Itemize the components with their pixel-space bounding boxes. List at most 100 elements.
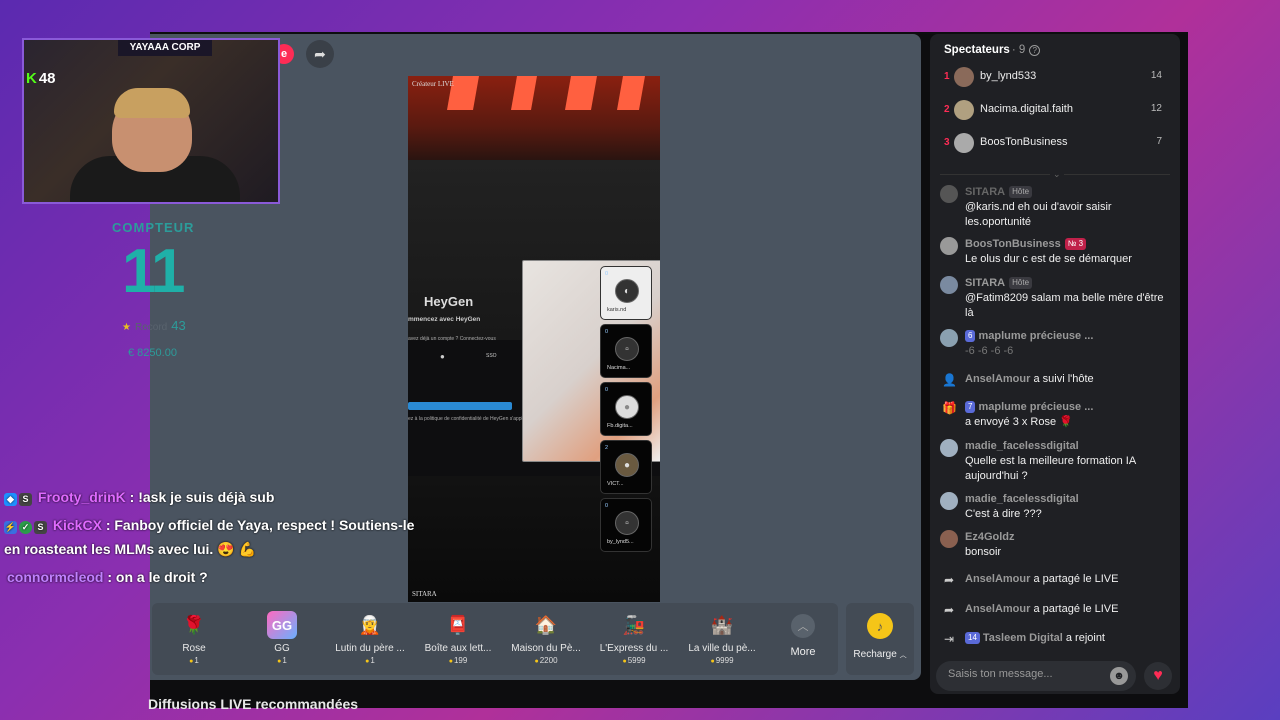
video-creator-label: Créateur LIVE [412, 80, 454, 88]
message-text: a partagé le LIVE [1033, 603, 1119, 615]
spectator-row[interactable]: 2 Nacima.digital.faith 12 [944, 99, 1172, 123]
message-user[interactable]: AnselAmour [965, 373, 1030, 385]
message-user[interactable]: madie_facelessdigital [965, 440, 1079, 452]
join-icon: ⇥ [943, 632, 955, 646]
tile-name: karis.nd [607, 307, 627, 313]
level-badge: 14 [965, 632, 980, 644]
chat-user: KickCX [52, 517, 102, 533]
message-user[interactable]: maplume précieuse ... [978, 330, 1093, 342]
message-user[interactable]: SITARA [965, 277, 1005, 289]
tile-badge: 0 [605, 503, 609, 509]
message-user[interactable]: madie_facelessdigital [965, 493, 1079, 505]
gift-ville[interactable]: 🏰 La ville du pè... 9999 [680, 611, 764, 666]
chat-message: Ez4Goldz bonsoir [940, 530, 1172, 560]
gift-price: 5999 [592, 656, 676, 665]
tile-badge: 0 [605, 387, 609, 393]
message-text: a envoyé 3 x Rose 🌹 [965, 416, 1073, 428]
spectators-header: Spectateurs · 9? [944, 44, 1041, 56]
system-message: ⇥ 14 Tasleem Digital a rejoint [940, 631, 1172, 646]
kick-viewer-count: K 48 [26, 70, 56, 87]
message-user[interactable]: Tasleem Digital [983, 632, 1063, 644]
message-user[interactable]: SITARA [965, 186, 1005, 198]
message-input-box[interactable] [936, 661, 1136, 691]
chat-user: Frooty_drinK [37, 489, 126, 505]
sub-badge-icon: S [34, 521, 47, 534]
gift-message: 🎁 7 maplume précieuse ... a envoyé 3 x Ros… [940, 400, 1172, 430]
overlay-chat-line: ◆ S Frooty_drinK : !ask je suis déjà sub [4, 485, 274, 509]
message-user[interactable]: AnselAmour [965, 603, 1030, 615]
message-text: -6 -6 -6 -6 [965, 345, 1014, 357]
guest-tile[interactable]: 0 ◐ karis.nd [600, 266, 652, 320]
spectator-name: BoosTonBusiness [980, 136, 1068, 148]
message-user[interactable]: Ez4Goldz [965, 531, 1015, 543]
gift-boite-aux-lettres[interactable]: 📮 Boîte aux lett... 199 [416, 611, 500, 666]
guest-tile[interactable]: 0 ● Fb.digita... [600, 382, 652, 436]
spectator-rank: 1 [944, 71, 950, 82]
emoji-icon[interactable]: ☻ [1110, 667, 1128, 685]
overlay-chat-line: connormcleod : on a le droit ? [7, 565, 208, 589]
heygen-sso: SSO [486, 353, 497, 359]
message-user[interactable]: maplume précieuse ... [978, 401, 1093, 413]
chat-message: BoosTonBusiness № 3 Le olus dur c est de s… [940, 237, 1172, 267]
avatar [940, 439, 958, 457]
chat-message: SITARA Hôte @Fatim8209 salam ma belle mère… [940, 276, 1172, 321]
tile-badge: 0 [605, 329, 609, 335]
guest-tile[interactable]: 0 ▫ by_lynd5... [600, 498, 652, 552]
info-icon[interactable]: ? [1029, 45, 1041, 56]
heart-icon[interactable]: ♥ [1144, 662, 1172, 690]
chat-message: madie_facelessdigital C'est à dire ??? [940, 492, 1172, 522]
house-icon: 🏠 [534, 614, 558, 635]
gift-price: 1 [240, 656, 324, 665]
heygen-brand: HeyGen mmencez avec HeyGen [408, 295, 480, 326]
ceiling-light [511, 76, 537, 110]
recharge-button[interactable]: ♪ Recharge ︿ [846, 603, 914, 675]
gift-price: 2200 [504, 656, 588, 665]
chat-user: connormcleod [7, 569, 104, 585]
share-button[interactable]: ➦ [306, 40, 334, 68]
counter-record: ★ Record 43 [122, 318, 186, 333]
level-badge: 7 [965, 401, 976, 413]
message-user[interactable]: BoosTonBusiness [965, 238, 1061, 250]
avatar [954, 100, 974, 120]
message-text: @Fatim8209 salam ma belle mère d'être là [965, 292, 1164, 319]
system-message: 👤 AnselAmour a suivi l'hôte [940, 372, 1172, 387]
message-user[interactable]: AnselAmour [965, 573, 1030, 585]
video-ceiling [408, 76, 660, 160]
gift-price: 1 [152, 656, 236, 665]
level-badge: 6 [965, 330, 976, 342]
message-input[interactable] [948, 668, 1098, 680]
chat-text: : on a le droit ? [107, 569, 208, 585]
avatar [954, 133, 974, 153]
more-label: More [790, 646, 816, 658]
spectator-row[interactable]: 1 by_lynd533 14 [944, 66, 1172, 90]
spectator-score: 14 [1150, 70, 1162, 81]
overlay-chat-line: ⚡ ✓ S KickCX : Fanboy officiel de Yaya, re… [4, 513, 414, 561]
live-video[interactable]: Créateur LIVE HeyGen mmencez avec HeyGen… [408, 76, 660, 602]
chevron-down-icon[interactable]: ⌄ [1050, 169, 1064, 180]
verified-icon: ✓ [19, 521, 32, 534]
gift-maison[interactable]: 🏠 Maison du Pè... 2200 [504, 611, 588, 666]
guest-tile[interactable]: 0 ▫ Nacima... [600, 324, 652, 378]
message-text: Le olus dur c est de se démarquer [965, 253, 1132, 265]
spectator-row[interactable]: 3 BoosTonBusiness 7 [944, 132, 1172, 156]
tile-name: VICT... [607, 481, 624, 487]
gift-express[interactable]: 🚂 L'Express du ... 5999 [592, 611, 676, 666]
apple-icon: ● [440, 352, 445, 361]
tile-name: by_lynd5... [607, 539, 634, 545]
system-message: ➦ AnselAmour a partagé le LIVE [940, 572, 1172, 587]
share-icon: ➦ [943, 603, 955, 617]
gift-price: 9999 [680, 656, 764, 665]
gift-name: L'Express du ... [599, 643, 669, 654]
gift-name: GG [274, 643, 290, 654]
rose-icon: 🌹 [182, 614, 206, 635]
gift-lutin[interactable]: 🧝 Lutin du père ... 1 [328, 611, 412, 666]
guest-tile[interactable]: 2 ● VICT... [600, 440, 652, 494]
avatar [940, 530, 958, 548]
ceiling-light [617, 76, 645, 110]
avatar [940, 329, 958, 347]
gift-gg[interactable]: GG GG 1 [240, 611, 324, 665]
more-gifts-button[interactable]: ︿ More [780, 614, 826, 658]
message-text: a rejoint [1065, 632, 1105, 644]
coin-icon: ♪ [867, 613, 893, 639]
gift-rose[interactable]: 🌹 Rose 1 [152, 611, 236, 666]
